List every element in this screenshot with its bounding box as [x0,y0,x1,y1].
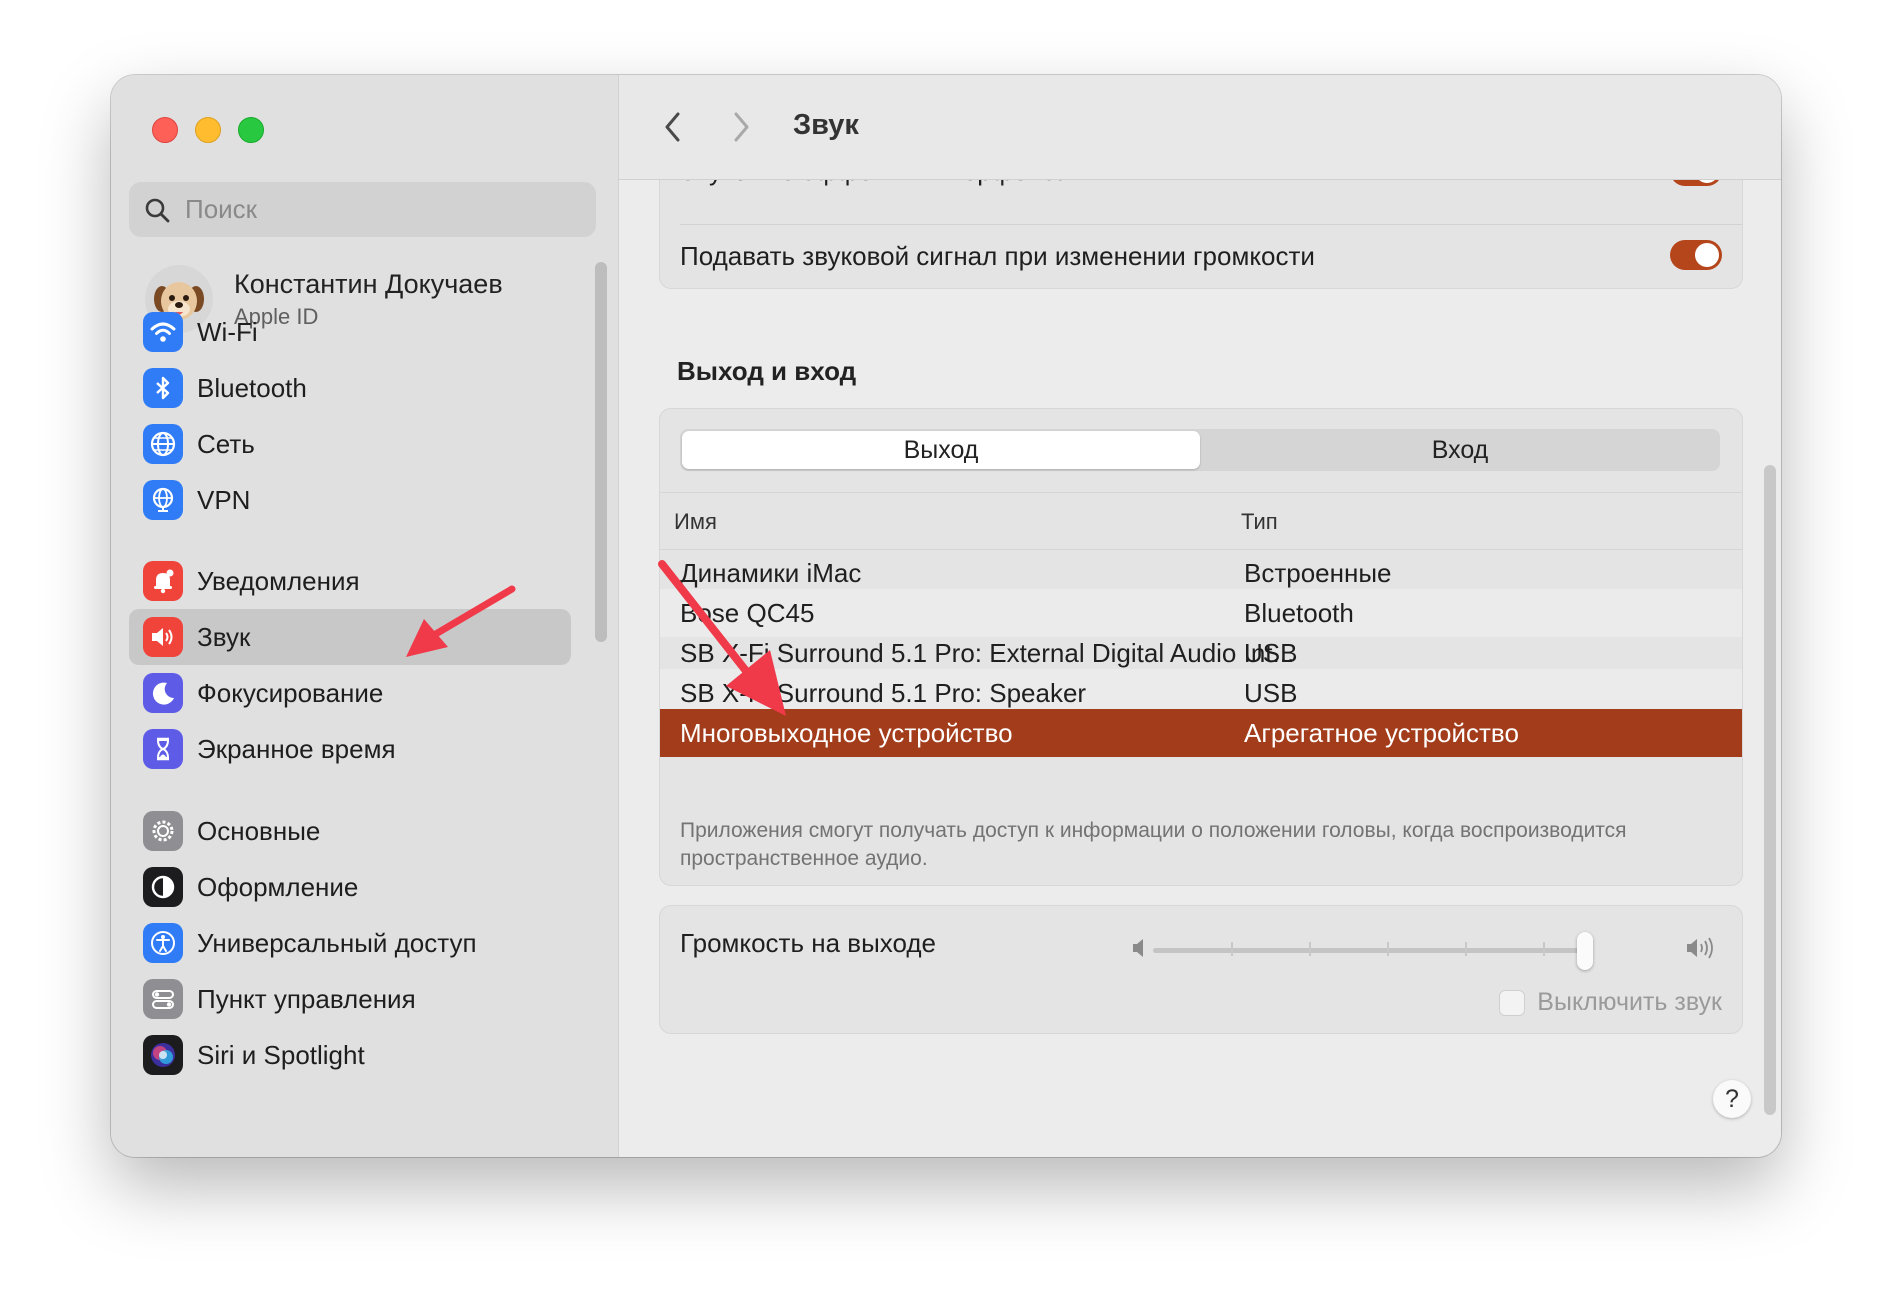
sidebar-item-label: Пункт управления [197,983,416,1014]
sidebar-item-label: Wi-Fi [197,316,258,347]
sidebar-item-screen-time[interactable]: Экранное время [129,721,571,777]
slider-fill [1153,948,1585,953]
mute-option[interactable]: Выключить звук [1499,988,1722,1017]
hourglass-icon [143,729,183,769]
output-input-segmented-control: Выход Вход [680,429,1720,471]
bluetooth-icon [143,368,183,408]
speaker-high-icon [1687,937,1713,959]
control-center-icon [143,979,183,1019]
sidebar-item-label: Siri и Spotlight [197,1039,365,1070]
spatial-audio-note: Приложения смогут получать доступ к инфо… [680,819,1627,870]
page-title: Звук [793,109,859,141]
tab-output[interactable]: Выход [682,431,1200,469]
volume-feedback-label: Подавать звуковой сигнал при изменении г… [680,241,1315,271]
sidebar-item-general[interactable]: Основные [129,803,571,859]
sidebar-scrollbar[interactable] [595,262,607,642]
zoom-button[interactable] [238,117,264,143]
mute-checkbox[interactable] [1499,989,1526,1016]
search-field[interactable]: Поиск [129,182,596,237]
wifi-icon [143,312,183,352]
content-scrollbar[interactable] [1764,465,1776,1115]
gear-icon [143,811,183,851]
slider-tick [1387,942,1389,956]
speaker-low-icon [1133,939,1143,957]
search-icon [145,198,170,222]
sidebar: Поиск Константин Докучаев Apple ID Wi-Fi… [111,75,619,1157]
toolbar: Звук [619,75,1781,180]
slider-tick [1465,942,1467,956]
device-type: Bluetooth [1244,598,1354,628]
device-type: Агрегатное устройство [1244,718,1519,748]
devices-table-header: Имя Тип [660,492,1742,550]
search-placeholder: Поиск [185,194,258,224]
slider-tick [1309,942,1311,956]
sidebar-item-focus[interactable]: Фокусирование [129,665,571,721]
output-input-card: Выход Вход Имя Тип Динамики iMac Встроен… [659,408,1743,886]
sidebar-item-accessibility[interactable]: Универсальный доступ [129,915,571,971]
sidebar-item-label: Уведомления [197,565,360,596]
minimize-button[interactable] [195,117,221,143]
settings-window: Поиск Константин Докучаев Apple ID Wi-Fi… [111,75,1781,1157]
sidebar-item-label: Сеть [197,428,255,459]
output-volume-card: Громкость на выходе Выключить звук [659,905,1743,1034]
sidebar-item-label: Универсальный доступ [197,927,477,958]
siri-icon [143,1035,183,1075]
tab-input[interactable]: Вход [1200,429,1720,471]
help-button[interactable]: ? [1713,1080,1751,1118]
appearance-icon [143,867,183,907]
column-header-type[interactable]: Тип [1241,509,1278,535]
sidebar-item-siri[interactable]: Siri и Spotlight [129,1027,571,1083]
sidebar-item-label: Оформление [197,871,359,902]
table-row-selected[interactable]: Многовыходное устройство Агрегатное устр… [660,709,1742,757]
annotation-arrow-icon [658,560,786,716]
forward-chevron-icon[interactable] [729,109,753,145]
vpn-globe-icon [143,480,183,520]
sidebar-item-appearance[interactable]: Оформление [129,859,571,915]
sidebar-item-network[interactable]: Сеть [129,416,571,472]
device-type: USB [1244,638,1298,668]
accessibility-icon [143,923,183,963]
sidebar-item-bluetooth[interactable]: Bluetooth [129,360,571,416]
moon-icon [143,673,183,713]
device-type: Встроенные [1244,558,1392,588]
close-button[interactable] [152,117,178,143]
output-input-heading: Выход и вход [677,356,857,386]
sidebar-item-label: Экранное время [197,733,396,764]
slider-knob[interactable] [1577,932,1593,970]
window-controls [152,117,264,143]
device-type: USB [1244,678,1298,708]
output-volume-label: Громкость на выходе [680,928,936,958]
globe-icon [143,424,183,464]
volume-feedback-toggle[interactable] [1670,240,1722,270]
sidebar-item-wifi[interactable]: Wi-Fi [129,304,571,360]
account-name: Константин Докучаев [234,268,503,299]
back-chevron-icon[interactable] [661,109,685,145]
sidebar-item-label: Bluetooth [197,372,307,403]
sidebar-item-label: Фокусирование [197,677,384,708]
column-header-name[interactable]: Имя [674,509,717,535]
speaker-icon [143,617,183,657]
sidebar-item-control-center[interactable]: Пункт управления [129,971,571,1027]
sidebar-item-vpn[interactable]: VPN [129,472,571,528]
slider-tick [1543,942,1545,956]
slider-tick [1231,942,1233,956]
output-volume-slider[interactable] [1153,932,1593,970]
bell-icon [143,561,183,601]
mute-label: Выключить звук [1537,988,1722,1016]
sidebar-item-label: Звук [197,621,251,652]
annotation-arrow-icon [406,585,516,657]
device-name: Многовыходное устройство [680,718,1013,748]
sidebar-item-label: VPN [197,484,251,515]
sidebar-item-label: Основные [197,815,321,846]
divider [680,224,1742,225]
